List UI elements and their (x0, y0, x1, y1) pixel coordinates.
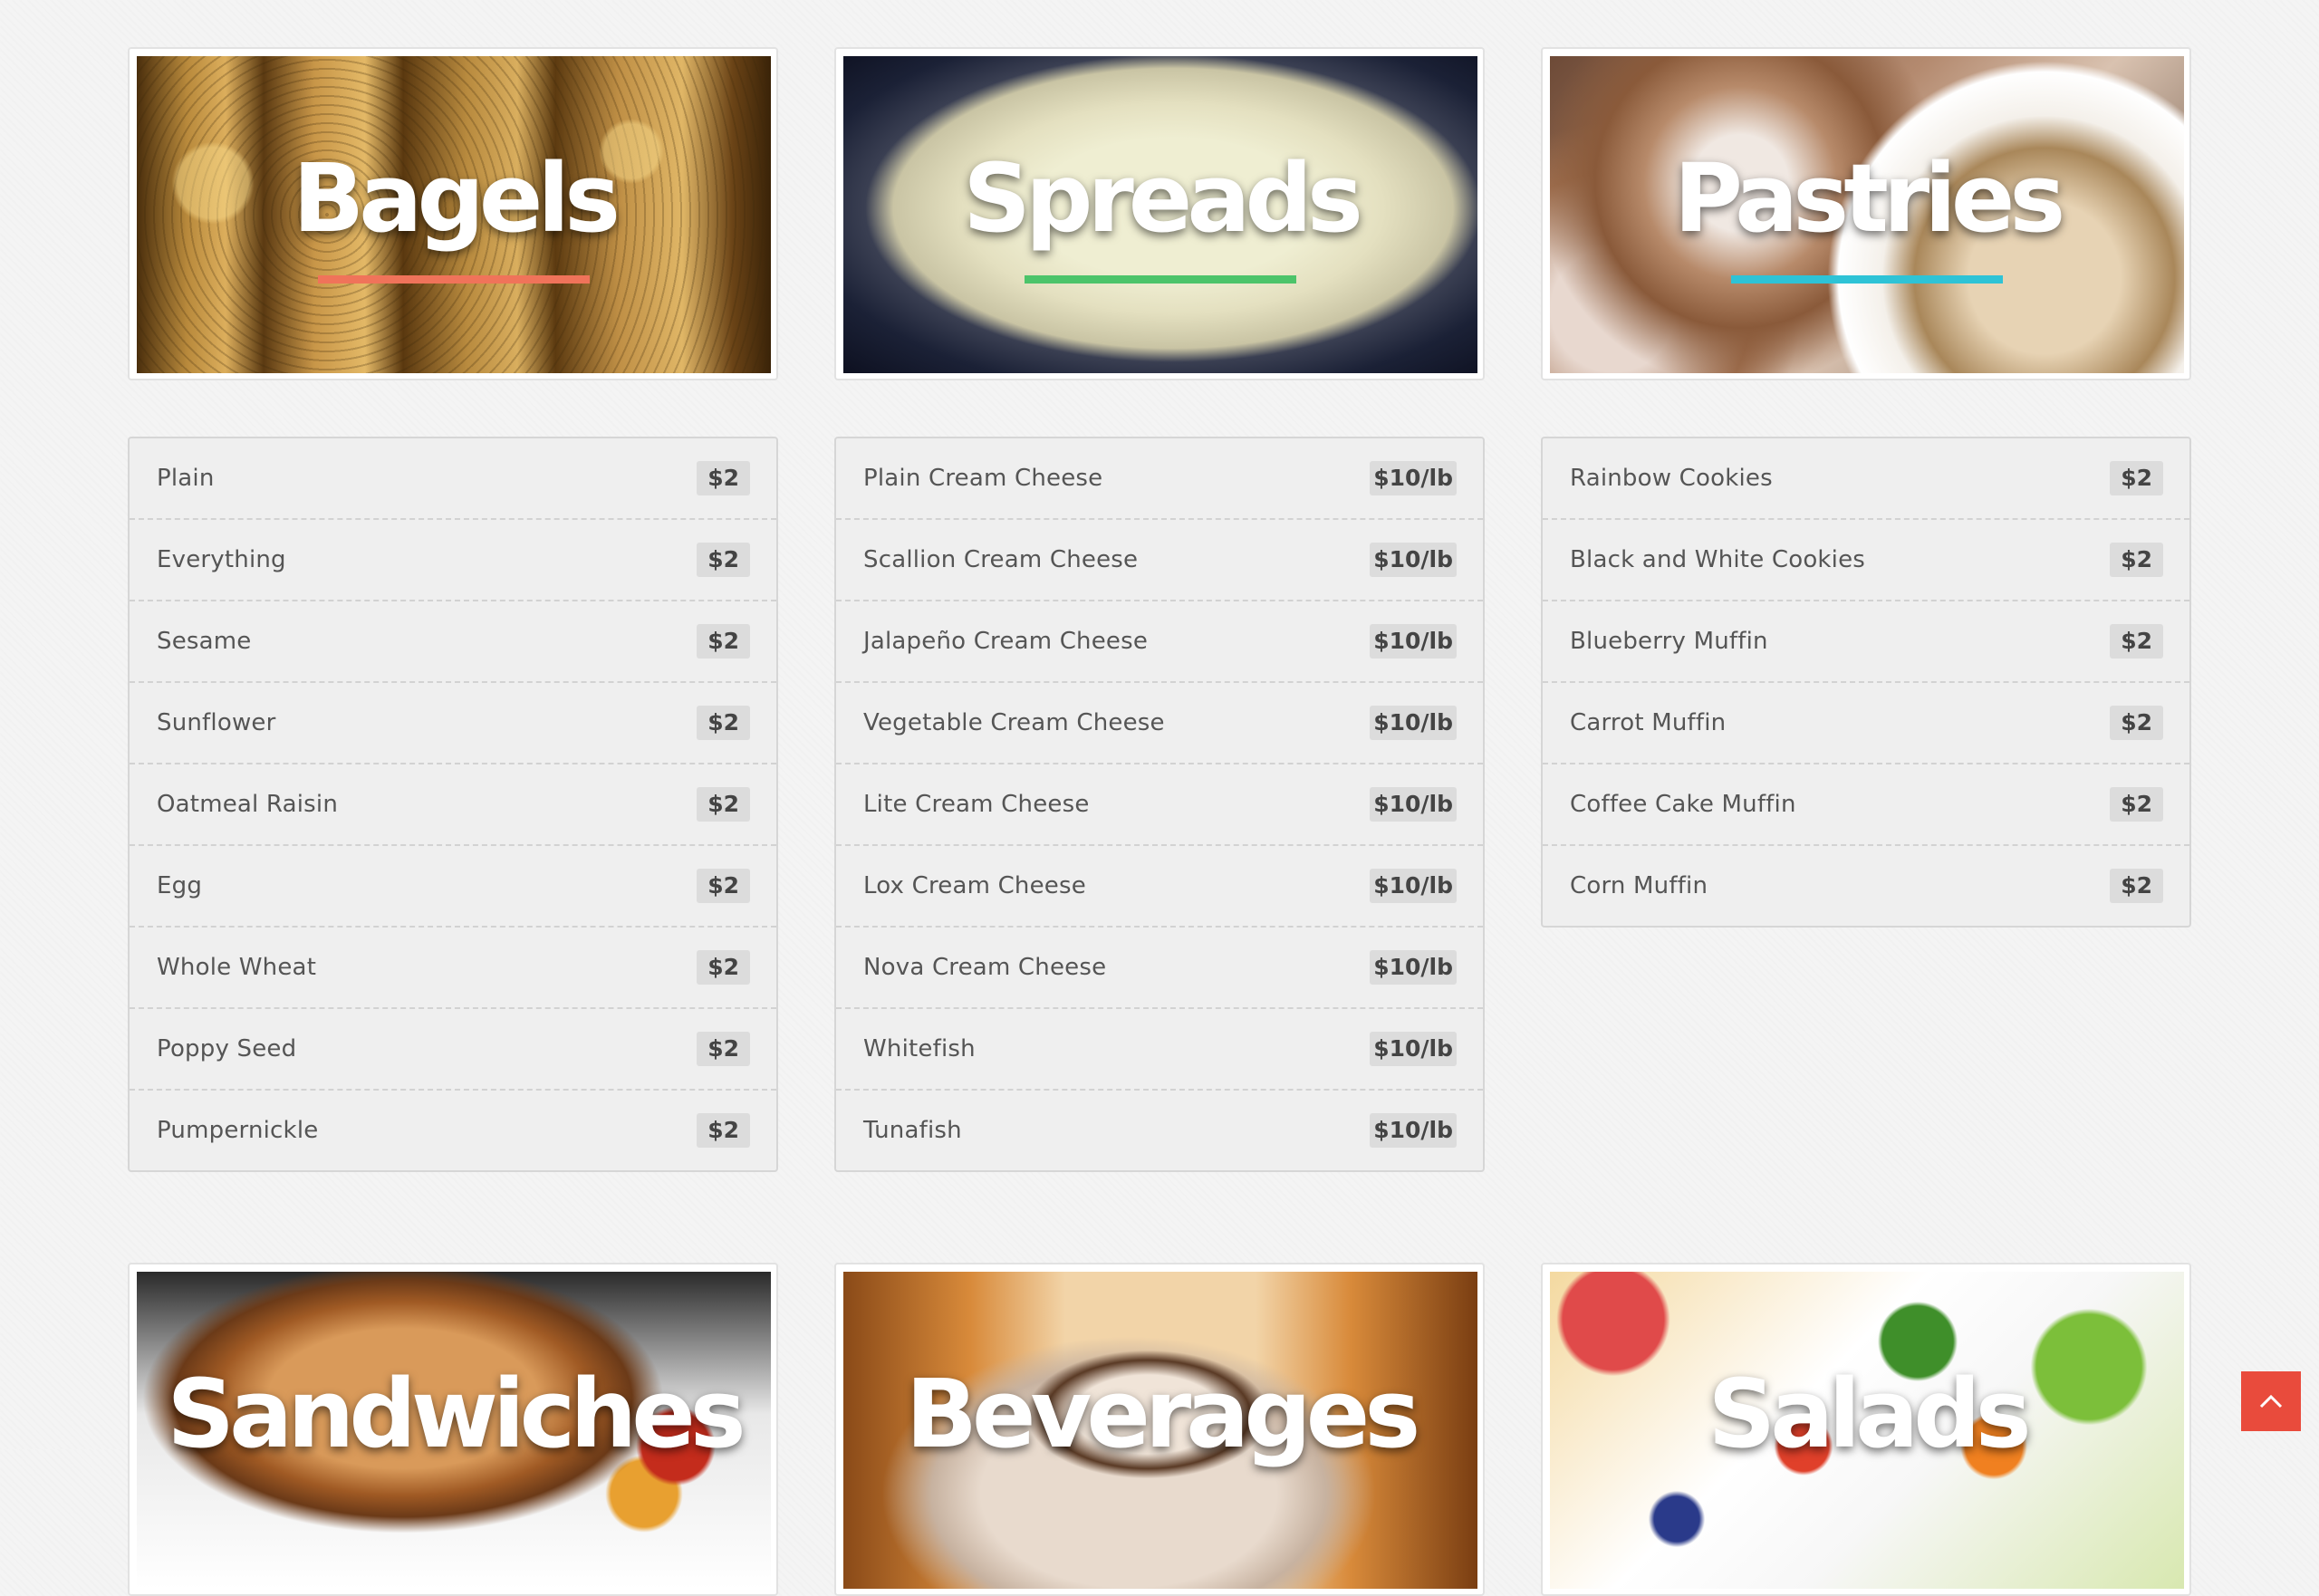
price-badge: $2 (697, 787, 750, 822)
price-badge: $2 (697, 950, 750, 985)
menu-item: Whitefish $10/lb (836, 1009, 1483, 1091)
bagels-hero: Bagels (128, 47, 778, 380)
item-name: Scallion Cream Cheese (863, 546, 1139, 573)
beverages-title: Beverages (905, 1359, 1420, 1469)
menu-item: Whole Wheat $2 (130, 928, 776, 1009)
menu-item: Black and White Cookies $2 (1543, 520, 2189, 601)
spreads-title-underline (1025, 275, 1296, 284)
item-name: Coffee Cake Muffin (1570, 791, 1796, 818)
beverages-photo: Beverages (843, 1272, 1477, 1589)
menu-item: Poppy Seed $2 (130, 1009, 776, 1091)
menu-item: Nova Cream Cheese $10/lb (836, 928, 1483, 1009)
item-name: Poppy Seed (157, 1035, 297, 1062)
bagels-photo: Bagels (137, 56, 771, 373)
salads-photo: Salads (1550, 1272, 2184, 1589)
item-name: Corn Muffin (1570, 872, 1708, 899)
beverages-hero: Beverages (834, 1263, 1485, 1596)
price-badge: $10/lb (1370, 461, 1457, 495)
menu-item: Coffee Cake Muffin $2 (1543, 764, 2189, 846)
chevron-up-icon (2259, 1394, 2283, 1409)
menu-item: Oatmeal Raisin $2 (130, 764, 776, 846)
price-badge: $2 (697, 869, 750, 903)
price-badge: $10/lb (1370, 543, 1457, 577)
price-badge: $10/lb (1370, 787, 1457, 822)
bagels-menu: Plain $2 Everything $2 Sesame $2 Sunflower $… (128, 437, 778, 1172)
item-name: Lite Cream Cheese (863, 791, 1090, 818)
price-badge: $10/lb (1370, 1113, 1457, 1148)
price-badge: $2 (2110, 787, 2163, 822)
menu-item: Lox Cream Cheese $10/lb (836, 846, 1483, 928)
price-badge: $10/lb (1370, 706, 1457, 740)
item-name: Egg (157, 872, 203, 899)
price-badge: $2 (697, 706, 750, 740)
price-badge: $10/lb (1370, 624, 1457, 659)
menu-item: Vegetable Cream Cheese $10/lb (836, 683, 1483, 764)
menu-item: Rainbow Cookies $2 (1543, 438, 2189, 520)
menu-item: Corn Muffin $2 (1543, 846, 2189, 926)
item-name: Tunafish (863, 1117, 962, 1144)
price-badge: $2 (697, 1113, 750, 1148)
menu-item: Jalapeño Cream Cheese $10/lb (836, 601, 1483, 683)
price-badge: $2 (2110, 624, 2163, 659)
menu-item: Sesame $2 (130, 601, 776, 683)
spreads-hero: Spreads (834, 47, 1485, 380)
menu-item: Sunflower $2 (130, 683, 776, 764)
item-name: Sesame (157, 628, 252, 655)
price-badge: $2 (2110, 461, 2163, 495)
menu-item: Lite Cream Cheese $10/lb (836, 764, 1483, 846)
menu-item: Blueberry Muffin $2 (1543, 601, 2189, 683)
menu-item: Plain Cream Cheese $10/lb (836, 438, 1483, 520)
item-name: Sunflower (157, 709, 276, 736)
bagels-title-underline (318, 275, 590, 284)
item-name: Rainbow Cookies (1570, 465, 1773, 492)
price-badge: $10/lb (1370, 869, 1457, 903)
menu-item: Egg $2 (130, 846, 776, 928)
pastries-title-underline (1731, 275, 2003, 284)
price-badge: $2 (2110, 706, 2163, 740)
pastries-hero: Pastries (1541, 47, 2191, 380)
item-name: Plain Cream Cheese (863, 465, 1103, 492)
item-name: Whole Wheat (157, 954, 317, 981)
sandwiches-photo: Sandwiches (137, 1272, 771, 1589)
item-name: Carrot Muffin (1570, 709, 1727, 736)
spreads-title: Spreads (963, 143, 1363, 254)
item-name: Oatmeal Raisin (157, 791, 339, 818)
item-name: Whitefish (863, 1035, 976, 1062)
item-name: Lox Cream Cheese (863, 872, 1086, 899)
price-badge: $10/lb (1370, 1032, 1457, 1066)
item-name: Everything (157, 546, 286, 573)
price-badge: $2 (2110, 543, 2163, 577)
item-name: Pumpernickle (157, 1117, 319, 1144)
price-badge: $2 (697, 624, 750, 659)
bagels-title: Bagels (293, 143, 621, 254)
pastries-menu: Rainbow Cookies $2 Black and White Cookie… (1541, 437, 2191, 928)
spreads-menu: Plain Cream Cheese $10/lb Scallion Cream … (834, 437, 1485, 1172)
item-name: Black and White Cookies (1570, 546, 1866, 573)
salads-title: Salads (1708, 1359, 2031, 1469)
price-badge: $2 (2110, 869, 2163, 903)
menu-item: Scallion Cream Cheese $10/lb (836, 520, 1483, 601)
scroll-to-top-button[interactable] (2241, 1371, 2301, 1431)
price-badge: $2 (697, 1032, 750, 1066)
sandwiches-hero: Sandwiches (128, 1263, 778, 1596)
spreads-photo: Spreads (843, 56, 1477, 373)
salads-hero: Salads (1541, 1263, 2191, 1596)
item-name: Jalapeño Cream Cheese (863, 628, 1149, 655)
price-badge: $2 (697, 543, 750, 577)
menu-item: Plain $2 (130, 438, 776, 520)
item-name: Plain (157, 465, 215, 492)
item-name: Vegetable Cream Cheese (863, 709, 1165, 736)
menu-item: Pumpernickle $2 (130, 1091, 776, 1170)
pastries-photo: Pastries (1550, 56, 2184, 373)
price-badge: $2 (697, 461, 750, 495)
menu-item: Everything $2 (130, 520, 776, 601)
sandwiches-title: Sandwiches (167, 1359, 746, 1469)
item-name: Nova Cream Cheese (863, 954, 1107, 981)
item-name: Blueberry Muffin (1570, 628, 1768, 655)
menu-item: Tunafish $10/lb (836, 1091, 1483, 1170)
price-badge: $10/lb (1370, 950, 1457, 985)
menu-item: Carrot Muffin $2 (1543, 683, 2189, 764)
pastries-title: Pastries (1673, 143, 2066, 254)
